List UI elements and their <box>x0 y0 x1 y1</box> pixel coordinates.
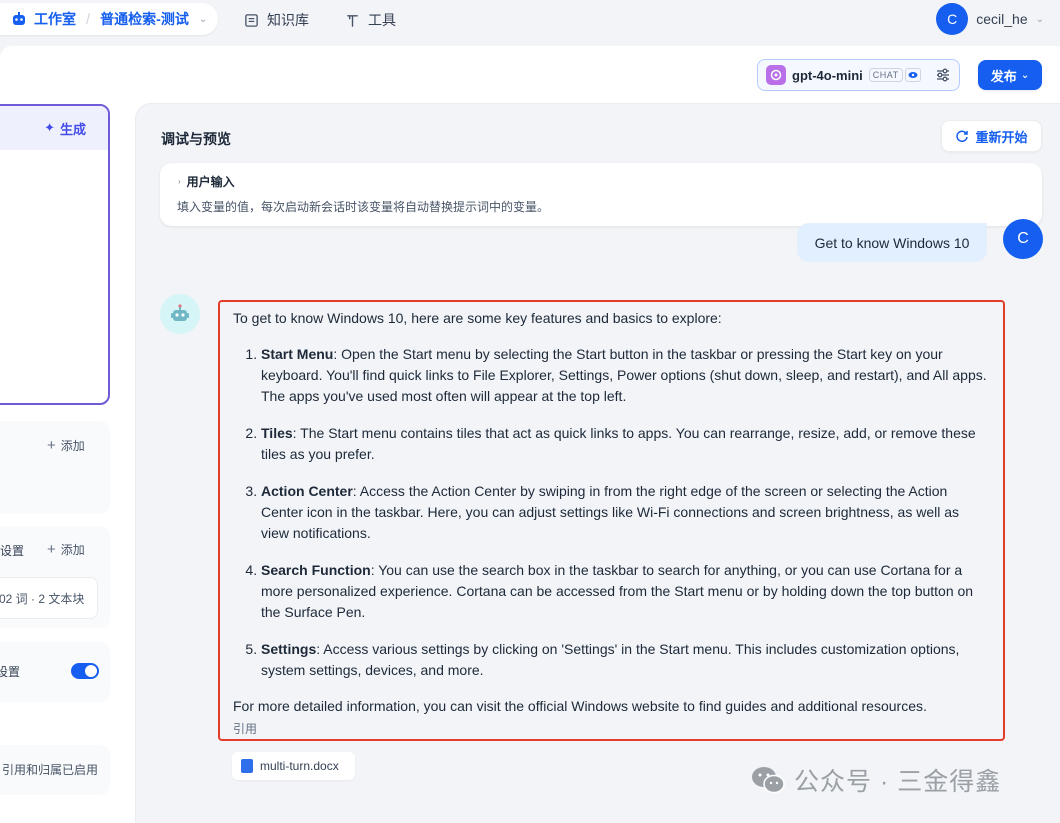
user-input-card[interactable]: › 用户输入 填入变量的值，每次启动新会话时该变量将自动替换提示词中的变量。 <box>160 163 1042 226</box>
model-name: gpt-4o-mini <box>792 67 863 83</box>
knowledge-icon <box>245 13 258 27</box>
generate-button[interactable]: 生成 <box>60 119 86 138</box>
prompt-editor[interactable]: ✦ 生成 <box>0 104 110 405</box>
list-item: Search Function: You can use the search … <box>261 560 989 623</box>
variables-section <box>0 421 110 514</box>
bot-answer: To get to know Windows 10, here are some… <box>218 300 1005 741</box>
user-menu[interactable]: C cecil_he ⌄ <box>936 3 1044 35</box>
list-item-title: Tiles <box>261 425 293 441</box>
breadcrumb: 工作室 / 普通检索-测试 ⌄ <box>0 3 218 35</box>
context-settings-link[interactable]: 设置 <box>0 542 24 559</box>
robot-icon <box>10 10 28 28</box>
sparkle-icon: ✦ <box>44 120 55 135</box>
user-message: Get to know Windows 10 <box>797 223 987 262</box>
add-knowledge-label: 添加 <box>60 543 85 557</box>
nav-knowledge[interactable]: 知识库 <box>244 10 309 30</box>
list-item-title: Settings <box>261 641 317 657</box>
avatar[interactable]: C <box>936 3 969 35</box>
nav-tools[interactable]: 工具 <box>345 10 396 30</box>
breadcrumb-app-name[interactable]: 普通检索-测试 <box>100 9 189 29</box>
preview-title: 调试与预览 <box>161 131 231 147</box>
user-input-desc: 填入变量的值，每次启动新会话时该变量将自动替换提示词中的变量。 <box>177 200 550 214</box>
watermark: 公众号 · 三金得鑫 <box>750 762 1001 798</box>
top-bar: 工作室 / 普通检索-测试 ⌄ 知识库 工具 C cecil_he ⌄ <box>0 0 1060 38</box>
restart-button-label: 重新开始 <box>975 129 1028 145</box>
answer-outro: For more detailed information, you can v… <box>233 698 927 714</box>
publish-button-label: 发布 <box>990 68 1017 84</box>
chevron-right-icon: › <box>178 177 181 186</box>
model-selector[interactable]: gpt-4o-mini CHAT <box>757 59 960 91</box>
watermark-text: 公众号 · 三金得鑫 <box>794 768 1002 796</box>
list-item-title: Start Menu <box>261 346 334 362</box>
openai-icon <box>766 65 786 85</box>
list-item: Start Menu: Open the Start menu by selec… <box>261 344 989 407</box>
list-item-text: : Access the Action Center by swiping in… <box>261 483 960 541</box>
user-name: cecil_he <box>976 11 1028 27</box>
breadcrumb-studio[interactable]: 工作室 <box>34 9 76 29</box>
list-item: Settings: Access various settings by cli… <box>261 639 989 681</box>
knowledge-meta: 02 词 · 2 文本块 <box>0 591 85 606</box>
feature-settings-link[interactable]: 设置 <box>0 663 20 680</box>
nav-knowledge-label: 知识库 <box>267 12 309 28</box>
chevron-down-icon: ⌄ <box>1020 69 1030 81</box>
feature-toggle[interactable] <box>71 663 99 679</box>
list-item-title: Search Function <box>261 562 371 578</box>
refresh-icon <box>956 130 969 143</box>
plus-icon: + <box>47 437 56 454</box>
citation-file-name: multi-turn.docx <box>260 759 339 773</box>
user-input-header[interactable]: › 用户输入 <box>178 173 235 190</box>
add-variable-button[interactable]: + 添加 <box>47 437 85 454</box>
citation-file[interactable]: multi-turn.docx <box>232 752 355 780</box>
wechat-icon <box>752 767 785 794</box>
prompt-editor-header: ✦ 生成 <box>0 106 108 150</box>
plus-icon: + <box>47 541 56 558</box>
user-input-title: 用户输入 <box>186 175 235 189</box>
chevron-down-icon[interactable]: ⌄ <box>199 14 207 25</box>
bot-avatar-icon <box>160 294 200 334</box>
tools-icon <box>347 14 358 27</box>
add-variable-label: 添加 <box>60 439 85 453</box>
vision-icon <box>904 68 921 82</box>
nav-tools-label: 工具 <box>368 12 396 28</box>
list-item-text: : Access various settings by clicking on… <box>261 641 960 678</box>
restart-button[interactable]: 重新开始 <box>941 120 1042 152</box>
answer-intro: To get to know Windows 10, here are some… <box>233 310 722 326</box>
breadcrumb-separator: / <box>86 10 91 28</box>
avatar: C <box>1003 219 1043 259</box>
citation-label: 引用 <box>233 722 258 736</box>
knowledge-item[interactable]: 02 词 · 2 文本块 <box>0 577 98 619</box>
list-item-text: : Open the Start menu by selecting the S… <box>261 346 987 404</box>
list-item: Tiles: The Start menu contains tiles tha… <box>261 423 989 465</box>
model-mode-badge: CHAT <box>868 68 903 82</box>
chevron-down-icon[interactable]: ⌄ <box>1036 14 1044 25</box>
add-knowledge-button[interactable]: + 添加 <box>47 541 85 558</box>
list-item: Action Center: Access the Action Center … <box>261 481 989 544</box>
list-item-title: Action Center <box>261 483 353 499</box>
answer-list: Start Menu: Open the Start menu by selec… <box>261 344 989 681</box>
publish-button[interactable]: 发布 ⌄ <box>978 60 1042 90</box>
settings-sliders-icon[interactable] <box>935 67 951 83</box>
document-icon <box>241 759 253 773</box>
list-item-text: : The Start menu contains tiles that act… <box>261 425 976 462</box>
citation-status: 引用和归属已启用 <box>2 763 99 777</box>
